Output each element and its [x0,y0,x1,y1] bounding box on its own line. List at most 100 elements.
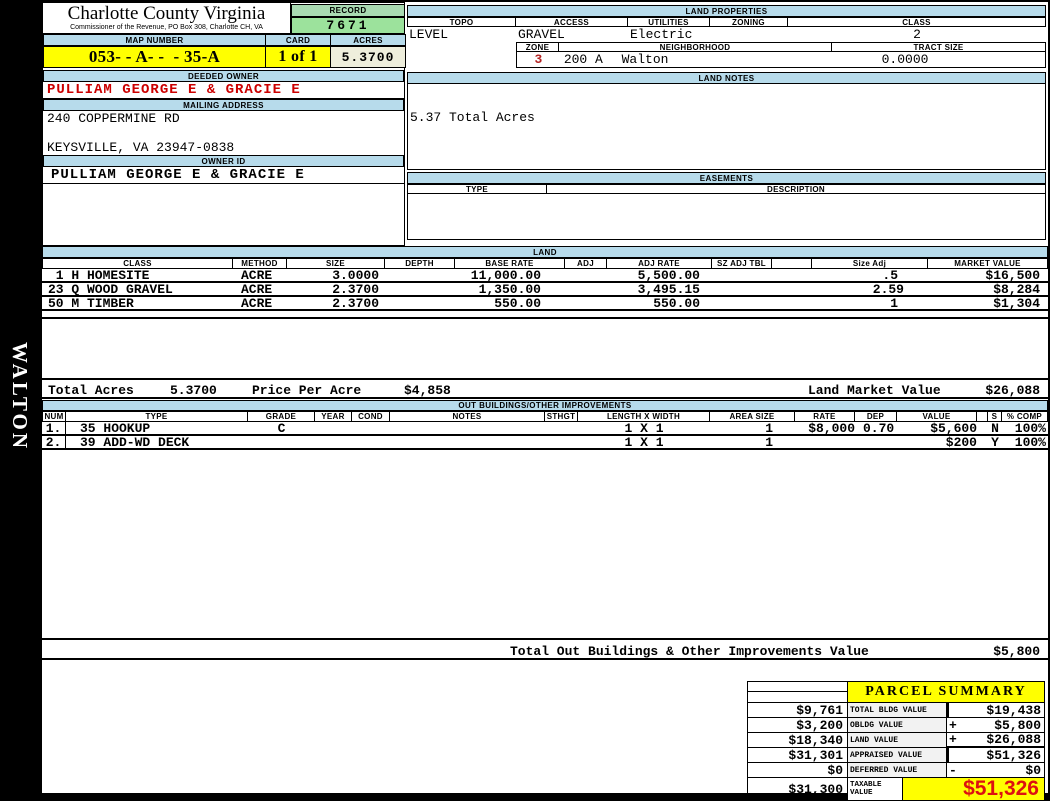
land-totals-row: Total Acres 5.3700 Price Per Acre $4,858… [42,378,1048,399]
mailing-address-block: 240 COPPERMINE RD KEYSVILLE, VA 23947-08… [43,111,404,155]
ob-row-notes [390,436,545,448]
land-row-adj-rate: 550.00 [653,297,700,309]
land-table-row: 23 Q WOOD GRAVEL ACRE 2.3700 1,350.00 3,… [42,283,1048,297]
zone-value: 3 [534,52,543,67]
land-row-base-rate: 1,350.00 [478,283,541,295]
land-row-size: 2.3700 [332,297,379,309]
tract-size-value: 0.0000 [881,52,929,67]
ob-row-num: 2. [42,436,66,448]
ob-row-comp: 100% [1014,422,1046,434]
neighborhood-value: Walton [621,52,669,67]
land-col-adj: ADJ [565,258,607,269]
ob-col-spacer [977,411,988,422]
land-row-sz-adj-tbl [712,297,772,309]
map-header-band: MAP NUMBER CARD ACRES [43,34,406,46]
sidebar-strip: WALTON [0,0,42,800]
land-col-depth: DEPTH [385,258,455,269]
ob-row-sthgt [545,422,578,434]
land-notes-box: 5.37 Total Acres [407,84,1046,170]
ob-row-comp: 100% [1014,436,1046,448]
land-row-sz-adj-tbl [712,269,772,281]
ob-row-spacer [977,436,988,448]
land-row-size-adj: .5 [882,269,898,281]
ob-row-s: Y [991,436,999,448]
land-section-header: LAND [42,246,1048,258]
summary-label: DEFERRED VALUE [848,763,946,778]
ob-row-rate [795,436,855,448]
right-panel: LAND PROPERTIES TOPO ACCESS UTILITIES ZO… [405,2,1048,246]
ob-row-length-width: 1 X 1 [624,422,664,434]
ob-row-spacer [977,422,988,434]
land-col-sz-adj-tbl: SZ ADJ TBL [712,258,772,269]
summary-sign [949,748,965,762]
ob-row-type: 39 ADD-WD DECK [80,436,190,448]
land-row-size-adj: 2.59 [872,283,904,295]
land-properties-column-headers: TOPO ACCESS UTILITIES ZONING CLASS [407,17,1046,27]
land-row-adj-rate: 3,495.15 [637,283,700,295]
land-row-spacer [772,283,812,295]
land-row-spacer [772,269,812,281]
record-value: 7671 [291,17,405,34]
map-value-row: 053- - A- - - 35-A 1 of 1 5.3700 [43,46,406,68]
land-col-size-adj: Size Adj [812,258,928,269]
zone-column-headers: ZONE NEIGHBORHOOD TRACT SIZE [516,42,1046,52]
summary-row: $3,200 OBLDG VALUE + $5,800 [748,718,1044,733]
neighborhood-column-header: NEIGHBORHOOD [559,42,832,52]
land-col-adj-rate: ADJ RATE [607,258,712,269]
easements-column-headers: TYPE DESCRIPTION [407,184,1046,194]
land-notes-header: LAND NOTES [407,72,1046,84]
ob-row: 1. 35 HOOKUP C 1 X 1 1 $8,000 0.70 $5,60… [42,422,1048,436]
summary-sign [949,703,965,717]
sidebar-vertical-label: WALTON [8,342,32,452]
topo-value: LEVEL [409,27,449,42]
ob-col-length-width: LENGTH X WIDTH [578,411,710,422]
zone-values: 3 200 A Walton 0.0000 [516,52,1046,68]
summary-value: $51,326 [986,748,1041,762]
land-col-size: SIZE [287,258,385,269]
tract-size-column-header: TRACT SIZE [832,42,1046,52]
land-row-base-rate: 550.00 [494,297,541,309]
land-row-adj [565,297,607,309]
zone-column-header: ZONE [516,42,559,52]
summary-row: $31,301 APPRAISED VALUE $51,326 [748,748,1044,763]
summary-row: $18,340 LAND VALUE + $26,088 [748,733,1044,748]
land-properties-values: LEVEL GRAVEL Electric 2 [407,27,1046,42]
land-col-market-value: MARKET VALUE [928,258,1048,269]
land-row-class: 23 Q WOOD GRAVEL [48,283,173,295]
land-market-value-label: Land Market Value [808,383,941,398]
ob-row-cond [352,436,390,448]
summary-row: $0 DEFERRED VALUE - $0 [748,763,1044,778]
land-col-base-rate: BASE RATE [455,258,565,269]
address-line-2: KEYSVILLE, VA 23947-0838 [47,140,235,155]
card-label: CARD [266,34,331,46]
ob-row-notes [390,422,545,434]
summary-label: OBLDG VALUE [848,718,946,733]
class-value: 2 [913,27,921,42]
taxable-value-final: $51,326 [903,777,1044,800]
ob-row-rate: $8,000 [808,422,855,434]
price-per-acre-value: $4,858 [404,383,451,398]
land-row-method: ACRE [241,297,273,309]
land-table-empty-row [42,311,1048,319]
land-row-adj [565,269,607,281]
taxable-label: TAXABLE VALUE [848,778,903,800]
commissioner-subtitle: Commissioner of the Revenue, PO Box 308,… [70,24,263,31]
ob-row-s: N [991,422,999,434]
ob-col-type: TYPE [66,411,248,422]
summary-prior-value: $3,200 [748,718,848,733]
county-title: Charlotte County Virginia [67,3,266,24]
ob-row-area-size: 1 [765,422,773,434]
summary-header-blank [748,682,848,703]
ob-total-row: Total Out Buildings & Other Improvements… [42,638,1048,660]
land-row-size-adj: 1 [890,297,898,309]
ob-col-cond: COND [352,411,390,422]
ob-row-sthgt [545,436,578,448]
ob-row: 2. 39 ADD-WD DECK 1 X 1 1 $200 Y 100% [42,436,1048,450]
ob-col-dep: DEP [855,411,897,422]
ob-col-grade: GRADE [248,411,315,422]
easement-type-column-header: TYPE [407,184,547,194]
taxable-row: $31,300 TAXABLE VALUE $51,326 [748,777,1044,800]
land-row-size: 2.3700 [332,283,379,295]
ob-row-type: 35 HOOKUP [80,422,151,434]
easement-description-column-header: DESCRIPTION [547,184,1046,194]
